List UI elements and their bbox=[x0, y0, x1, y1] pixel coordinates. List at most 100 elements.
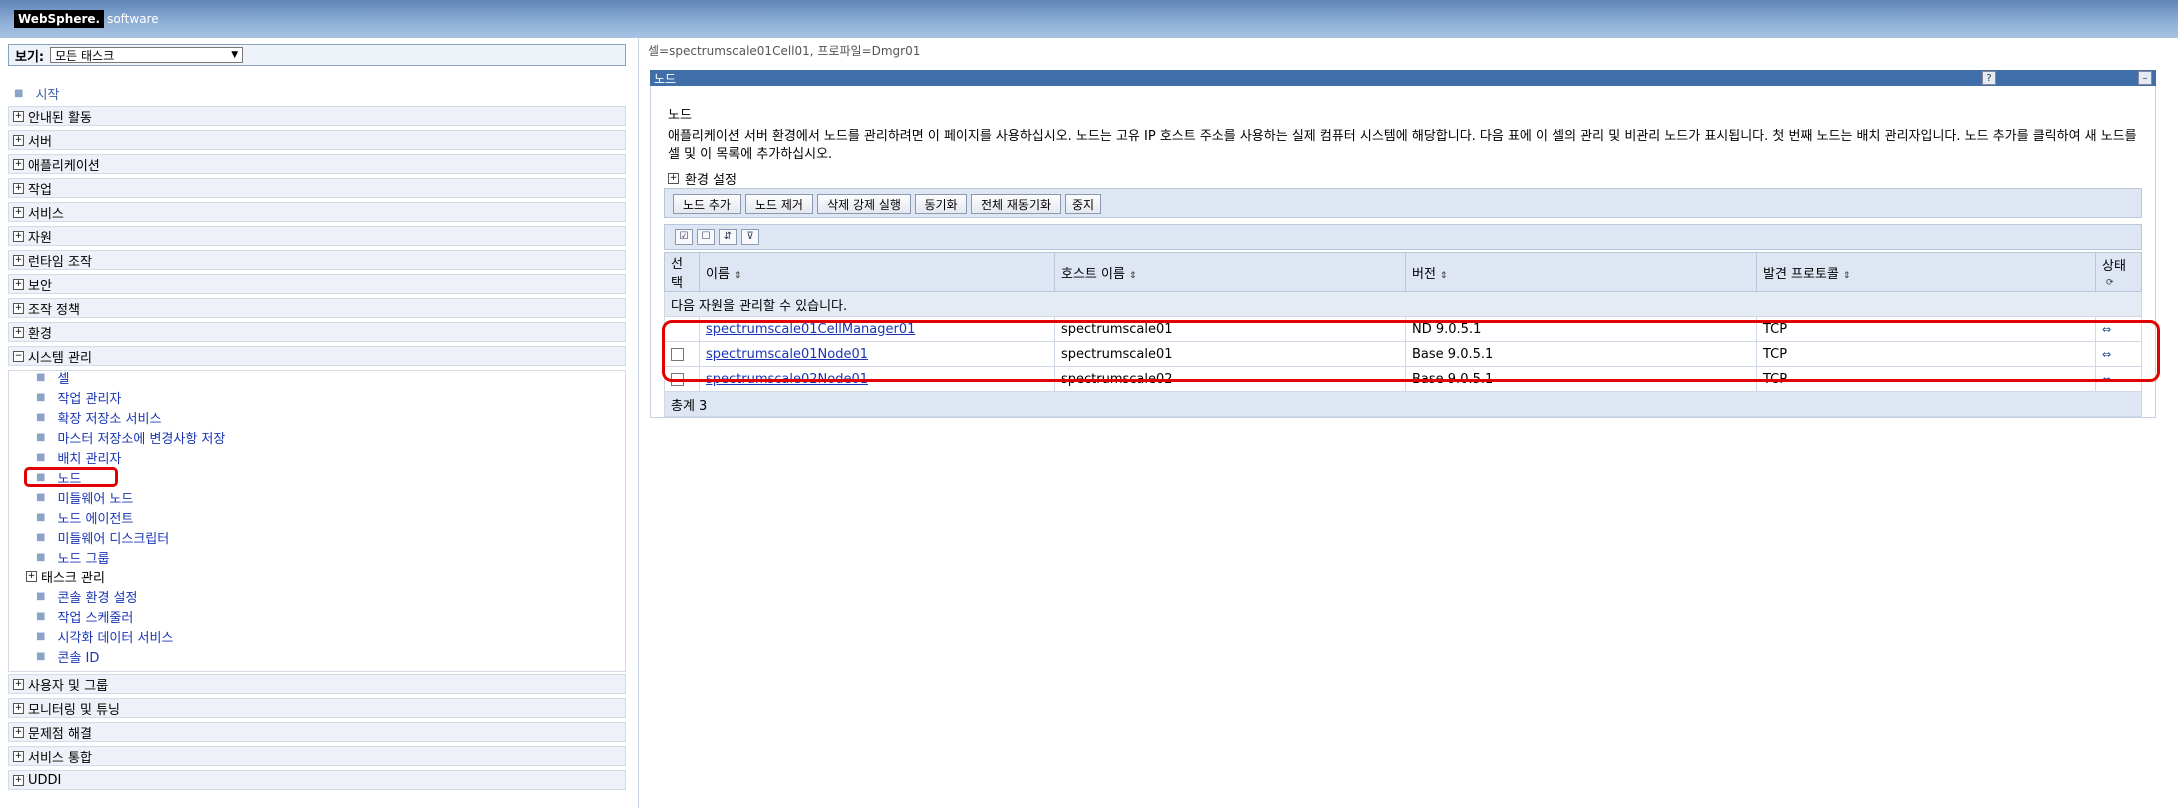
nav-section-8[interactable]: + 조작 정책 bbox=[8, 298, 626, 318]
nav-link[interactable]: 작업 스케줄러 bbox=[57, 607, 133, 626]
nav-link[interactable]: 노드 에이전트 bbox=[57, 508, 133, 527]
stop-button[interactable]: 중지 bbox=[1065, 194, 1101, 214]
expand-icon[interactable]: + bbox=[13, 302, 24, 314]
expand-icon[interactable]: + bbox=[13, 278, 24, 290]
help-icon[interactable]: ? bbox=[1982, 71, 1996, 85]
nav-sysadmin-item-0[interactable]: ■ 셀 bbox=[36, 368, 69, 387]
nav-task-item-2[interactable]: ■ 시각화 데이터 서비스 bbox=[36, 627, 173, 646]
nav-sysadmin-item-6[interactable]: ■ 미들웨어 노드 bbox=[36, 488, 133, 507]
expand-icon[interactable]: + bbox=[13, 326, 24, 338]
synchronize-button[interactable]: 동기화 bbox=[915, 194, 967, 214]
info-row: 다음 자원을 관리할 수 있습니다. bbox=[664, 291, 2142, 317]
nav-section-1[interactable]: + 서버 bbox=[8, 130, 626, 150]
nav-link[interactable]: 셀 bbox=[57, 368, 69, 387]
expand-icon[interactable]: + bbox=[668, 173, 679, 184]
nav-section-bottom-1[interactable]: + 모니터링 및 튜닝 bbox=[8, 698, 626, 718]
nav-sysadmin-item-3[interactable]: ■ 마스터 저장소에 변경사항 저장 bbox=[36, 428, 225, 447]
breadcrumb: 셀=spectrumscale01Cell01, 프로파일=Dmgr01 bbox=[648, 44, 921, 58]
brand-name: WebSphere. bbox=[14, 10, 105, 28]
nav-sysadmin-item-1[interactable]: ■ 작업 관리자 bbox=[36, 388, 121, 407]
expand-icon[interactable]: + bbox=[13, 158, 24, 170]
total-count: 총계 3 bbox=[664, 391, 2142, 417]
expand-icon[interactable]: + bbox=[13, 750, 24, 762]
nav-section-5[interactable]: + 자원 bbox=[8, 226, 626, 246]
nav-link[interactable]: 미들웨어 노드 bbox=[57, 488, 133, 507]
nav-section-3[interactable]: + 작업 bbox=[8, 178, 626, 198]
expand-icon[interactable]: + bbox=[26, 571, 37, 582]
nav-link[interactable]: 시각화 데이터 서비스 bbox=[57, 627, 173, 646]
col-version[interactable]: 버전 ⇕ bbox=[1405, 252, 1757, 292]
nav-section-label: 조작 정책 bbox=[28, 302, 80, 318]
nav-sysadmin-item-5[interactable]: ■ 노드 bbox=[36, 468, 81, 487]
nav-task-item-3[interactable]: ■ 콘솔 ID bbox=[36, 647, 99, 666]
table-icon-bar: ☑ ☐ ⇵ ⊽ bbox=[664, 224, 2142, 250]
nav-section-0[interactable]: + 안내된 활동 bbox=[8, 106, 626, 126]
nav-section-4[interactable]: + 서비스 bbox=[8, 202, 626, 222]
nav-section-bottom-3[interactable]: + 서비스 통합 bbox=[8, 746, 626, 766]
remove-node-button[interactable]: 노드 제거 bbox=[745, 194, 813, 214]
nav-section-label: 보안 bbox=[28, 278, 52, 294]
nav-section-9[interactable]: + 환경 bbox=[8, 322, 626, 342]
add-node-button[interactable]: 노드 추가 bbox=[673, 194, 741, 214]
bullet-icon: ■ bbox=[36, 631, 46, 642]
nav-task-mgmt[interactable]: + 태스크 관리 bbox=[26, 567, 105, 586]
nav-link[interactable]: 미들웨어 디스크립터 bbox=[57, 528, 169, 547]
nav-section-6[interactable]: + 런타임 조작 bbox=[8, 250, 626, 270]
nav-section-7[interactable]: + 보안 bbox=[8, 274, 626, 294]
nav-link[interactable]: 배치 관리자 bbox=[57, 448, 121, 467]
select-all-icon[interactable]: ☑ bbox=[675, 229, 693, 245]
nav-task-item-0[interactable]: ■ 콘솔 환경 설정 bbox=[36, 587, 137, 606]
expand-icon[interactable]: + bbox=[13, 206, 24, 218]
nav-link[interactable]: 마스터 저장소에 변경사항 저장 bbox=[57, 428, 225, 447]
col-protocol[interactable]: 발견 프로토콜 ⇕ bbox=[1756, 252, 2096, 292]
start-link[interactable]: 시작 bbox=[35, 84, 59, 103]
nav-section-system-admin[interactable]: − 시스템 관리 bbox=[8, 346, 626, 366]
col-host[interactable]: 호스트 이름 ⇕ bbox=[1054, 252, 1406, 292]
bullet-icon: ■ bbox=[36, 532, 46, 543]
bullet-icon: ■ bbox=[36, 611, 46, 622]
nav-section-bottom-2[interactable]: + 문제점 해결 bbox=[8, 722, 626, 742]
nav-link[interactable]: 노드 bbox=[57, 468, 81, 487]
expand-icon[interactable]: + bbox=[13, 702, 24, 714]
nav-link[interactable]: 작업 관리자 bbox=[57, 388, 121, 407]
bullet-icon: ■ bbox=[14, 88, 24, 99]
nav-sysadmin-item-8[interactable]: ■ 미들웨어 디스크립터 bbox=[36, 528, 169, 547]
expand-icon[interactable]: + bbox=[13, 134, 24, 146]
view-selector-bar: 보기: 모든 태스크 ▼ bbox=[8, 44, 626, 66]
expand-icon[interactable]: + bbox=[13, 726, 24, 738]
nav-sysadmin-item-7[interactable]: ■ 노드 에이전트 bbox=[36, 508, 133, 527]
nav-section-bottom-0[interactable]: + 사용자 및 그룹 bbox=[8, 674, 626, 694]
nav-sysadmin-item-4[interactable]: ■ 배치 관리자 bbox=[36, 448, 121, 467]
nav-task-item-1[interactable]: ■ 작업 스케줄러 bbox=[36, 607, 133, 626]
minimize-icon[interactable]: – bbox=[2138, 71, 2152, 85]
nav-sysadmin-item-2[interactable]: ■ 확장 저장소 서비스 bbox=[36, 408, 161, 427]
nav-link[interactable]: 노드 그룹 bbox=[57, 548, 109, 567]
collapse-icon[interactable]: − bbox=[13, 350, 24, 362]
nav-section-2[interactable]: + 애플리케이션 bbox=[8, 154, 626, 174]
col-status[interactable]: 상태⟳ bbox=[2095, 252, 2142, 292]
nav-link[interactable]: 콘솔 환경 설정 bbox=[57, 587, 137, 606]
websphere-logo: WebSphere. software bbox=[14, 9, 159, 29]
nav-start[interactable]: ■ 시작 bbox=[14, 84, 59, 103]
col-name[interactable]: 이름 ⇕ bbox=[699, 252, 1055, 292]
filter-icon[interactable]: ⊽ bbox=[741, 229, 759, 245]
nav-section-label: 서비스 bbox=[28, 206, 64, 222]
expand-icon[interactable]: + bbox=[13, 230, 24, 242]
expand-icon[interactable]: + bbox=[13, 678, 24, 690]
nav-link[interactable]: 확장 저장소 서비스 bbox=[57, 408, 161, 427]
nav-section-label: 모니터링 및 튜닝 bbox=[28, 702, 120, 718]
env-settings-toggle[interactable]: + 환경 설정 bbox=[668, 169, 737, 188]
expand-icon[interactable]: + bbox=[13, 254, 24, 266]
force-delete-button[interactable]: 삭제 강제 실행 bbox=[817, 194, 911, 214]
full-resync-button[interactable]: 전체 재동기화 bbox=[971, 194, 1061, 214]
deselect-all-icon[interactable]: ☐ bbox=[697, 229, 715, 245]
nav-section-bottom-4[interactable]: + UDDI bbox=[8, 770, 626, 790]
bullet-icon: ■ bbox=[36, 472, 46, 483]
expand-icon[interactable]: + bbox=[13, 182, 24, 194]
show-filter-icon[interactable]: ⇵ bbox=[719, 229, 737, 245]
nav-sysadmin-item-9[interactable]: ■ 노드 그룹 bbox=[36, 548, 109, 567]
nav-link[interactable]: 콘솔 ID bbox=[57, 647, 99, 666]
view-select[interactable]: 모든 태스크 ▼ bbox=[50, 47, 244, 63]
expand-icon[interactable]: + bbox=[13, 774, 24, 786]
expand-icon[interactable]: + bbox=[13, 110, 24, 122]
